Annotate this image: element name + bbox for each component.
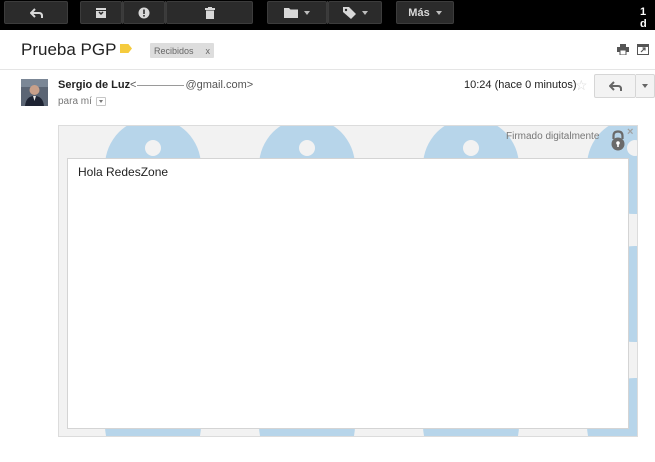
sender-email-start: < — [130, 79, 137, 91]
label-chip-inbox[interactable]: Recibidos x — [150, 43, 215, 58]
recipients-text: para mí — [58, 96, 92, 107]
more-button[interactable]: Más — [396, 1, 454, 24]
archive-icon — [96, 7, 106, 18]
avatar-photo — [21, 79, 48, 106]
chevron-down-icon — [98, 100, 103, 103]
chevron-down-icon — [435, 10, 442, 15]
back-arrow-icon — [29, 7, 43, 18]
signed-message-card: Firmado digitalmente × Hola RedesZone — [58, 125, 638, 437]
chevron-down-icon — [361, 10, 368, 15]
importance-marker-icon[interactable] — [120, 44, 132, 53]
folder-icon — [284, 8, 298, 18]
more-button-label: Más — [408, 6, 430, 19]
move-to-button[interactable] — [267, 1, 327, 24]
sender-email-domain: @gmail.com> — [185, 79, 254, 91]
label-chip-text: Recibidos — [154, 45, 194, 56]
labels-button[interactable] — [328, 1, 382, 24]
report-spam-button[interactable] — [123, 1, 165, 24]
message-body-text: Hola RedesZone — [78, 165, 169, 179]
delete-button[interactable] — [166, 1, 253, 24]
print-icon[interactable] — [617, 44, 629, 55]
show-details-button[interactable] — [95, 97, 106, 106]
close-signature-button[interactable]: × — [627, 126, 633, 138]
recipients-line: para mí — [58, 96, 106, 107]
pagination-count: 1 d — [640, 6, 647, 30]
sender-email: < @gmail.com> — [130, 79, 253, 91]
trash-icon — [204, 6, 215, 19]
report-spam-icon — [138, 7, 150, 18]
lock-icon[interactable] — [610, 130, 626, 151]
message-timestamp: 10:24 (hace 0 minutos) — [464, 79, 577, 91]
back-button[interactable] — [4, 1, 68, 24]
chevron-down-icon — [642, 84, 648, 88]
message-body-container: Hola RedesZone — [67, 158, 629, 429]
star-icon[interactable]: ☆ — [575, 78, 588, 92]
message-subject: Prueba PGP — [21, 40, 117, 59]
label-tag-icon — [342, 6, 356, 19]
sender-name[interactable]: Sergio de Luz — [58, 79, 130, 91]
chevron-down-icon — [304, 10, 310, 15]
remove-label-button[interactable]: x — [206, 46, 211, 56]
redacted-address — [137, 84, 185, 86]
more-actions-button[interactable] — [636, 74, 655, 98]
new-window-icon[interactable] — [637, 44, 649, 55]
signature-status: Firmado digitalmente — [506, 131, 600, 142]
top-toolbar: Más 1 d — [0, 0, 655, 30]
sender-avatar[interactable] — [21, 79, 48, 106]
reply-arrow-icon — [608, 81, 622, 91]
subject-header: Prueba PGP Recibidos x — [0, 30, 655, 70]
archive-button[interactable] — [80, 1, 122, 24]
reply-button[interactable] — [594, 74, 636, 98]
